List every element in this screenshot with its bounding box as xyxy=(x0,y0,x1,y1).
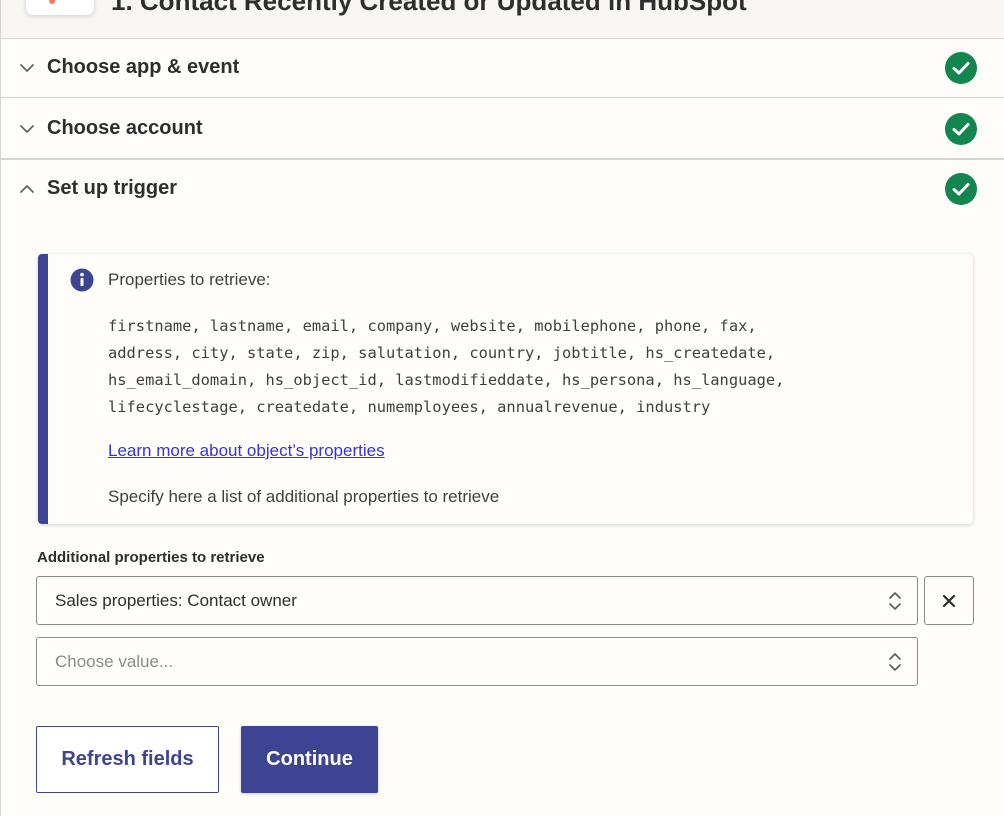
refresh-fields-button[interactable]: Refresh fields xyxy=(36,726,219,793)
close-icon xyxy=(942,594,956,608)
section-label: Set up trigger xyxy=(47,177,178,199)
additional-property-select[interactable]: Sales properties: Contact owner xyxy=(36,576,918,625)
properties-info-panel: Properties to retrieve: firstname, lastn… xyxy=(38,254,973,524)
additional-property-select-empty[interactable]: Choose value... xyxy=(36,637,918,686)
properties-list: firstname, lastname, email, company, web… xyxy=(108,313,968,421)
section-set-up-trigger[interactable]: Set up trigger xyxy=(1,159,1004,219)
step-header: 1. Contact Recently Created or Updated i… xyxy=(1,0,1004,39)
step-title: 1. Contact Recently Created or Updated i… xyxy=(111,0,747,16)
properties-line: hs_email_domain, hs_object_id, lastmodif… xyxy=(108,371,785,389)
chevron-down-icon xyxy=(20,64,34,72)
section-label: Choose app & event xyxy=(47,56,240,78)
properties-line: firstname, lastname, email, company, web… xyxy=(108,317,757,335)
check-circle-icon xyxy=(945,173,977,205)
selected-value: Sales properties: Contact owner xyxy=(55,591,297,610)
additional-properties-label: Additional properties to retrieve xyxy=(37,549,265,566)
properties-line: address, city, state, zip, salutation, c… xyxy=(108,344,776,362)
chevron-up-icon xyxy=(20,185,34,193)
section-choose-app-event[interactable]: Choose app & event xyxy=(1,38,1004,98)
chevron-down-icon xyxy=(20,125,34,133)
info-icon xyxy=(70,268,94,292)
trigger-setup-panel: 1. Contact Recently Created or Updated i… xyxy=(0,0,1004,816)
select-placeholder: Choose value... xyxy=(55,652,174,671)
chevron-up-down-icon xyxy=(889,592,901,610)
divider xyxy=(1,159,1004,160)
continue-button[interactable]: Continue xyxy=(241,726,378,793)
hubspot-logo xyxy=(25,0,95,16)
info-heading: Properties to retrieve: xyxy=(108,270,271,289)
check-circle-icon xyxy=(945,113,977,145)
section-choose-account[interactable]: Choose account xyxy=(1,99,1004,159)
check-circle-icon xyxy=(945,52,977,84)
info-description: Specify here a list of additional proper… xyxy=(108,487,500,506)
chevron-up-down-icon xyxy=(889,653,901,671)
remove-property-button[interactable] xyxy=(924,576,974,625)
properties-line: lifecyclestage, createdate, numemployees… xyxy=(108,398,711,416)
section-label: Choose account xyxy=(47,117,203,139)
learn-more-link[interactable]: Learn more about object’s properties xyxy=(108,441,385,461)
